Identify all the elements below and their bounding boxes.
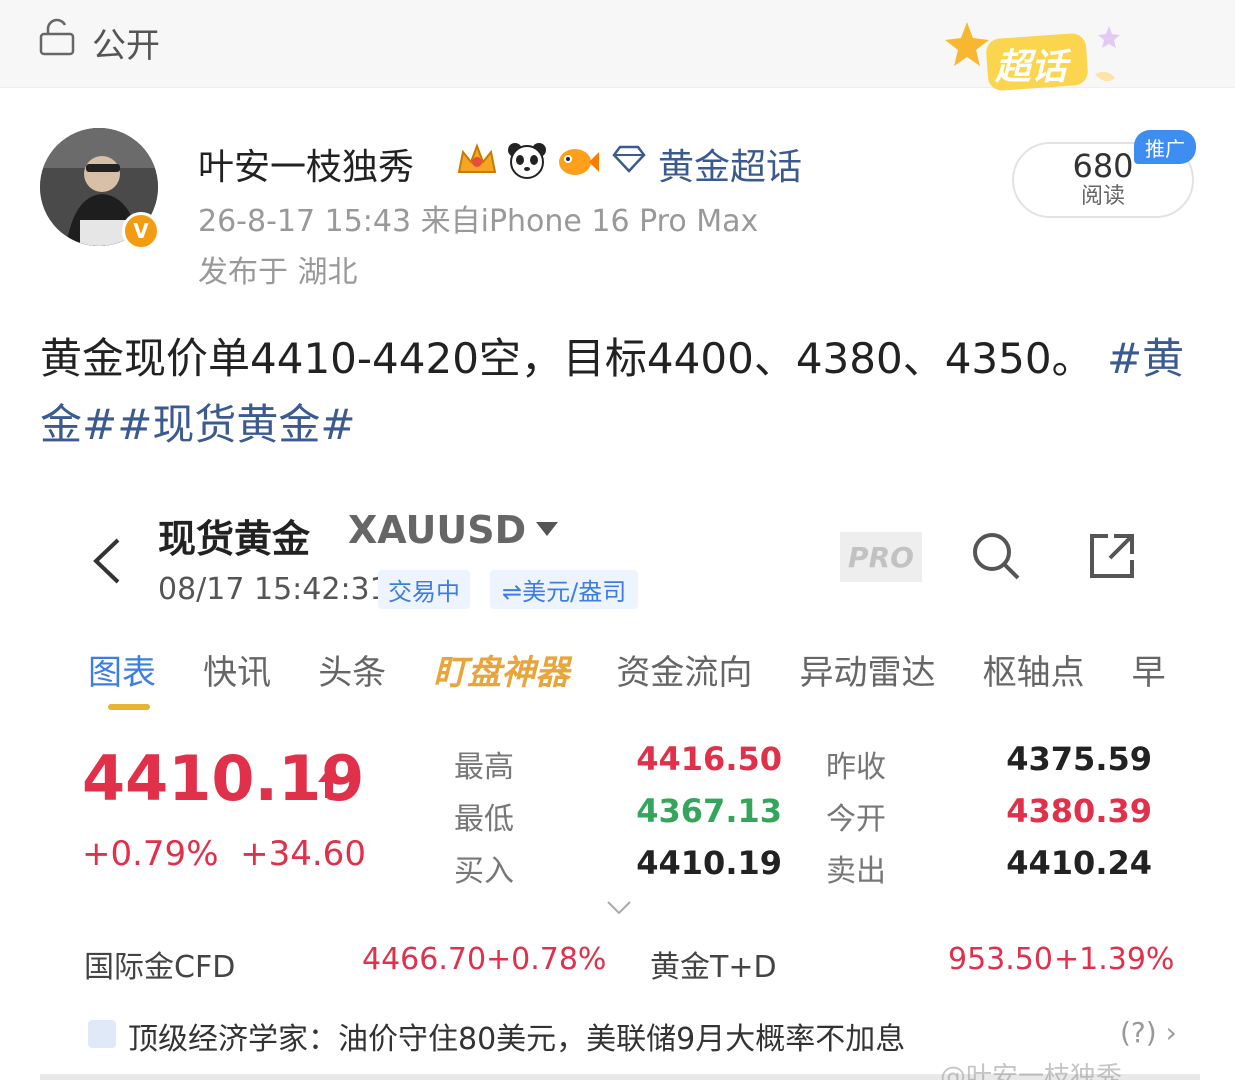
tab-fund-flow[interactable]: 资金流向 xyxy=(616,645,752,694)
post-meta: 26-8-17 15:43 来自iPhone 16 Pro Max xyxy=(198,204,759,239)
arrow-up-icon xyxy=(318,768,340,798)
tab-radar[interactable]: 异动雷达 xyxy=(799,645,935,694)
supertopic-badge[interactable]: 超话 xyxy=(945,18,1135,98)
cfd-change: +0.78% xyxy=(486,942,607,977)
embedded-quote-screenshot[interactable]: 现货黄金 XAUUSD 08/17 15:42:31 交易中 ⇌美元/盎司 PR… xyxy=(40,490,1200,1080)
tab-pivot-points[interactable]: 枢轴点 xyxy=(983,645,1085,694)
user-badges xyxy=(455,140,599,180)
share-icon[interactable] xyxy=(1086,530,1138,582)
crown-icon[interactable] xyxy=(455,140,499,180)
open-label: 今开 xyxy=(826,802,886,837)
reads-label: 阅读 xyxy=(1080,184,1125,209)
ask-value: 4410.24 xyxy=(1006,844,1152,882)
verified-badge-icon: V xyxy=(122,212,160,250)
post-text-main: 黄金现价单4410-4420空，目标4400、4380、4350。 xyxy=(40,334,1107,383)
supertopic-badge-label: 超话 xyxy=(995,47,1068,88)
tab-market-watch[interactable]: 盯盘神器 xyxy=(433,645,569,694)
active-tab-indicator xyxy=(108,704,150,710)
cfd-price: 4466.70 xyxy=(362,942,487,977)
bid-label: 买入 xyxy=(454,854,514,889)
post-text: 黄金现价单4410-4420空，目标4400、4380、4350。 #黄金##现… xyxy=(40,326,1190,458)
td-price: 953.50 xyxy=(948,942,1053,977)
news-more[interactable]: (?) › xyxy=(1120,1016,1177,1049)
top-bar: 公开 超话 xyxy=(0,0,1235,91)
high-value: 4416.50 xyxy=(636,740,782,778)
change-percent: +0.79% xyxy=(82,834,219,874)
trading-status-tag: 交易中 xyxy=(378,570,470,609)
tab-bar: 图表 快讯 头条 盯盘神器 资金流向 异动雷达 枢轴点 早 xyxy=(88,645,1200,715)
ask-label: 卖出 xyxy=(826,854,886,889)
td-change: +1.39% xyxy=(1054,942,1175,977)
chevron-down-icon[interactable] xyxy=(606,900,632,916)
news-headline[interactable]: 顶级经济学家：油价守住80美元，美联储9月大概率不加息 xyxy=(128,1014,905,1058)
tab-flash-news[interactable]: 快讯 xyxy=(203,645,271,694)
news-icon xyxy=(88,1020,116,1048)
promo-tag: 推广 xyxy=(1134,130,1196,164)
unit-tag[interactable]: ⇌美元/盎司 xyxy=(490,570,639,609)
cfd-label[interactable]: 国际金CFD xyxy=(84,942,235,986)
change-absolute: +34.60 xyxy=(240,834,366,874)
caret-down-icon[interactable] xyxy=(536,522,558,536)
search-icon[interactable] xyxy=(970,530,1022,582)
visibility-label[interactable]: 公开 xyxy=(92,18,160,67)
back-arrow-icon[interactable] xyxy=(88,536,128,586)
tab-chart[interactable]: 图表 xyxy=(88,645,156,694)
bid-value: 4410.19 xyxy=(636,844,782,882)
post-location: 发布于 湖北 xyxy=(198,255,358,290)
prev-close-label: 昨收 xyxy=(826,750,886,785)
pro-button[interactable]: PRO xyxy=(840,532,922,582)
watermark: @叶安一枝独秀 xyxy=(940,1062,1123,1080)
supertopic-link[interactable]: 黄金超话 xyxy=(658,138,802,190)
lock-icon xyxy=(39,18,75,56)
high-label: 最高 xyxy=(454,750,514,785)
open-value: 4380.39 xyxy=(1006,792,1152,830)
prev-close-value: 4375.59 xyxy=(1006,740,1152,778)
instrument-code[interactable]: XAUUSD xyxy=(348,508,526,552)
instrument-name: 现货黄金 xyxy=(158,517,311,561)
tab-more[interactable]: 早 xyxy=(1132,645,1166,694)
fish-icon[interactable] xyxy=(555,140,599,180)
diamond-icon xyxy=(612,145,646,173)
author-name[interactable]: 叶安一枝独秀 xyxy=(198,138,414,190)
low-label: 最低 xyxy=(454,802,514,837)
tab-headlines[interactable]: 头条 xyxy=(318,645,386,694)
panda-icon[interactable] xyxy=(505,140,549,180)
news-ticker[interactable]: 顶级经济学家：油价守住80美元，美联储9月大概率不加息 (?) › xyxy=(88,1014,1200,1058)
td-label[interactable]: 黄金T+D xyxy=(650,942,777,986)
quote-time: 08/17 15:42:31 xyxy=(158,572,389,607)
low-value: 4367.13 xyxy=(636,792,782,830)
price-change: +0.79% +34.60 xyxy=(82,834,366,874)
